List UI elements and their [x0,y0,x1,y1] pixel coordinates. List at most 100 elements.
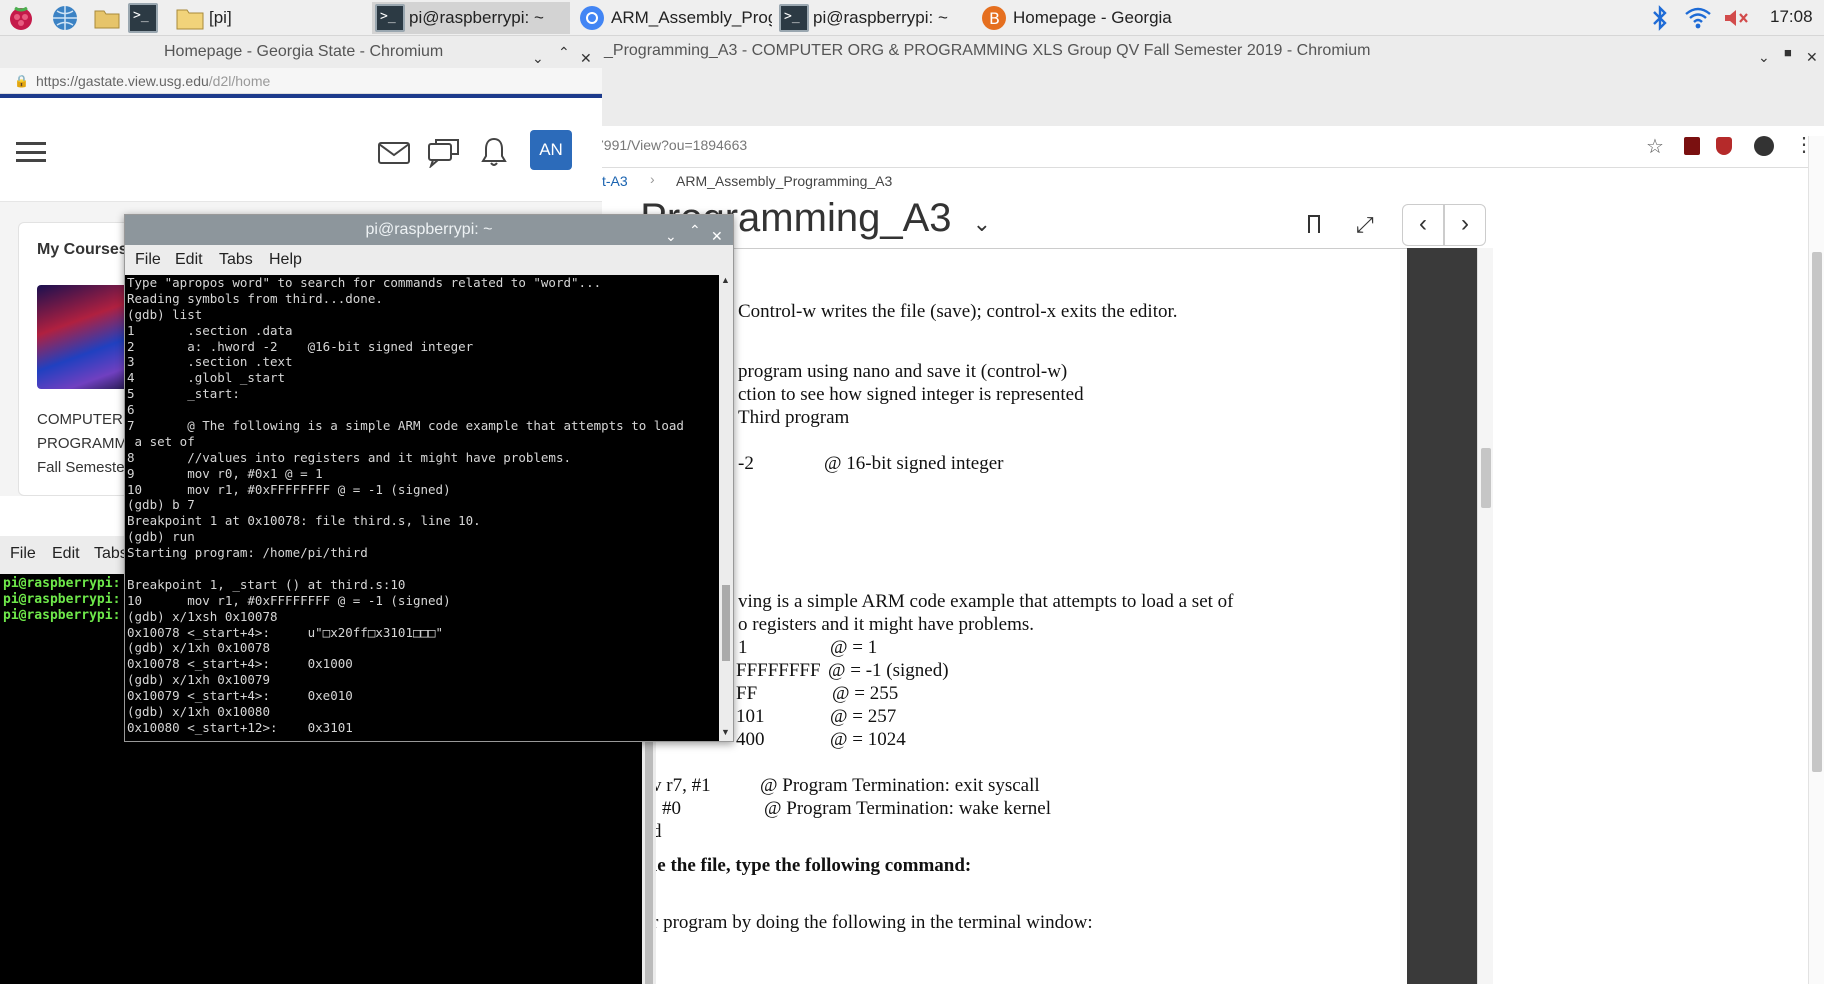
bookmark-icon[interactable] [1308,215,1320,233]
maximize-icon[interactable]: ⌃ [689,215,701,245]
terminal-line: (gdb) b 7 [127,497,195,513]
avatar[interactable]: AN [530,130,572,170]
my-courses-title: My Courses [37,241,128,258]
chevron-right-icon: › [650,171,655,187]
volume-muted-icon[interactable] [1722,6,1750,35]
doc-line: 400 [736,729,765,750]
menu-tabs[interactable]: Tabs [94,545,128,563]
terminal-line: 0x10078 <_start+4>: 0x1000 [127,656,353,672]
bluetooth-icon[interactable] [1650,4,1670,37]
doc-line: @ Program Termination: exit syscall [760,775,1040,796]
raspberry-menu-icon[interactable] [6,3,36,33]
wifi-icon[interactable] [1684,6,1712,35]
document-scrollbar-thumb[interactable] [1481,448,1491,508]
terminal-line: 6 [127,402,135,418]
url-text[interactable]: 7991/View?ou=1894663 [596,137,747,153]
right-window-titlebar[interactable]: _Programming_A3 - COMPUTER ORG & PROGRAM… [590,36,1824,66]
terminal-icon[interactable]: >_ [128,3,158,33]
course-title-line[interactable]: PROGRAMM [37,435,127,452]
d2l-header: AN [0,98,602,202]
document-dark-margin [1407,248,1477,984]
terminal-line: 0x10080 <_start+12>: 0x3101 [127,719,353,735]
doc-line: @ Program Termination: wake kernel [764,798,1052,819]
url-host: https://gastate.view.usg.edu [36,73,209,89]
url-text[interactable]: https://gastate.view.usg.edu/d2l/home [36,68,270,94]
maximize-icon[interactable]: ⌃ [558,36,570,68]
terminal-line: (gdb) list [127,306,203,322]
lock-icon: 🔒 [14,74,29,88]
document-scrollbar[interactable] [1477,248,1493,984]
doc-line: ving is a simple ARM code example that a… [738,591,1234,612]
terminal-line: 9 mov r0, #0x1 @ = 1 [127,465,323,481]
terminal-line: 0x10078 <_start+4>: u"□x20ff□x3101□□□" [127,624,444,640]
doc-line: -2 [738,453,754,474]
doc-line: o registers and it might have problems. [738,614,1035,635]
menu-tabs[interactable]: Tabs [219,251,253,269]
terminal-titlebar[interactable]: pi@raspberrypi: ~ ⌄ ⌃ ✕ [125,215,733,245]
terminal-output[interactable]: Type "apropos word" to search for comman… [127,275,715,741]
menu-file[interactable]: File [135,251,161,269]
bell-icon[interactable] [480,136,508,173]
right-chromium-window: _Programming_A3 - COMPUTER ORG & PROGRAM… [590,36,1824,984]
chat-icon[interactable] [428,138,460,173]
terminal-line: 7 @ The following is a simple ARM code e… [127,418,684,434]
hamburger-menu-icon[interactable] [16,142,46,162]
course-title-line[interactable]: COMPUTER [37,411,123,428]
task-homepage-georgia[interactable]: B Homepage - Georgia ... [976,2,1176,34]
terminal-line: pi@raspberrypi: [3,576,121,591]
mail-icon[interactable] [378,142,410,169]
terminal-line: (gdb) x/1xh 0x10080 [127,704,270,720]
bookmark-star-icon[interactable]: ☆ [1646,134,1664,159]
next-button[interactable]: › [1444,204,1486,246]
task-terminal-1[interactable]: >_ pi@raspberrypi: ~ [372,2,570,34]
terminal-scrollbar-thumb[interactable] [645,724,653,984]
breadcrumb-parent[interactable]: t-A3 [602,173,628,189]
file-manager-icon[interactable] [92,3,122,33]
scroll-up-icon[interactable]: ▲ [721,275,730,285]
task-terminal-2[interactable]: >_ pi@raspberrypi: ~ [776,2,974,34]
clock[interactable]: 17:08 [1770,7,1813,27]
fullscreen-icon[interactable]: ⤢ [1356,212,1374,238]
terminal-line: (gdb) x/1xsh 0x10078 [127,608,278,624]
address-bar[interactable]: 7991/View?ou=1894663 ☆ ⋮ [590,126,1824,168]
previous-button[interactable]: ‹ [1402,204,1444,246]
shield-extension-icon[interactable] [1716,137,1732,155]
window-title: _Programming_A3 - COMPUTER ORG & PROGRAM… [604,42,1371,59]
terminal-line: (gdb) x/1xh 0x10079 [127,672,270,688]
doc-line: @ 16-bit signed integer [824,453,1004,474]
task-label: Homepage - Georgia ... [1013,8,1176,27]
task-chromium-arm[interactable]: ARM_Assembly_Prog... [574,2,772,34]
doc-line: @ = 257 [830,706,897,727]
doc-line: : #0 [652,798,682,819]
left-window-titlebar[interactable]: Homepage - Georgia State - Chromium ⌄ ⌃ … [0,36,602,68]
menu-help[interactable]: Help [269,251,302,269]
maximize-icon[interactable]: ■ [1784,38,1792,68]
task-label: ARM_Assembly_Prog... [611,8,772,27]
task-folder-pi[interactable]: [pi] [172,2,362,34]
tab-strip [590,66,1824,126]
page-scrollbar[interactable] [1808,136,1824,984]
menu-edit[interactable]: Edit [52,545,80,563]
terminal-line: 10 mov r1, #0xFFFFFFFF @ = -1 (signed) [127,481,451,497]
terminal-scrollbar-thumb[interactable] [722,585,730,661]
menu-file[interactable]: File [10,545,36,563]
menu-edit[interactable]: Edit [175,251,203,269]
address-bar[interactable]: 🔒 https://gastate.view.usg.edu/d2l/home [0,68,602,94]
chevron-down-icon[interactable]: ⌄ [973,211,991,236]
scroll-down-icon[interactable]: ▼ [721,727,730,737]
web-browser-icon[interactable] [50,3,80,33]
window-title: Homepage - Georgia State - Chromium [164,43,444,60]
terminal-line: pi@raspberrypi: [3,592,121,607]
gdb-terminal-window[interactable]: pi@raspberrypi: ~ ⌄ ⌃ ✕ File Edit Tabs H… [124,214,734,742]
svg-text:B: B [989,9,1000,28]
doc-line: ction to see how signed integer is repre… [738,384,1084,405]
terminal-line: 0x10079 <_start+4>: 0xe010 [127,688,353,704]
doc-line: @ = -1 (signed) [828,660,949,681]
page-scrollbar-thumb[interactable] [1812,252,1822,772]
profile-icon[interactable] [1754,136,1774,156]
breadcrumb: t-A3 › ARM_Assembly_Programming_A3 [590,168,1824,194]
extension-icon[interactable] [1684,137,1700,155]
doc-line: FF [736,683,758,704]
terminal-scrollbar[interactable]: ▲ ▼ [719,275,733,741]
